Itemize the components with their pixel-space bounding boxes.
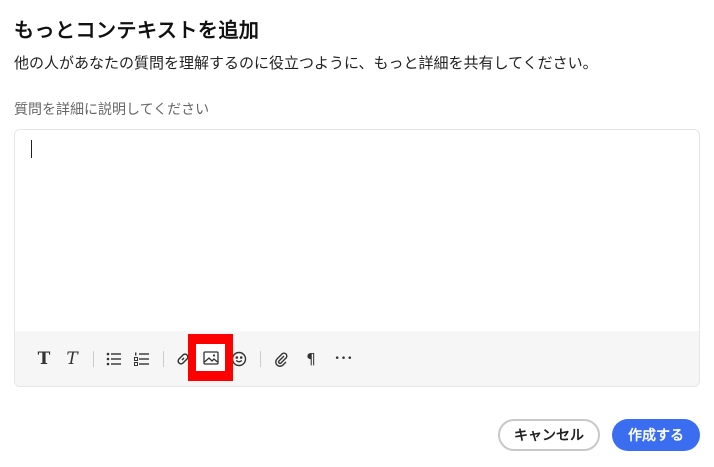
image-icon[interactable]: [196, 344, 225, 371]
text-caret: [31, 140, 32, 158]
description-editor[interactable]: T T ¶ •••: [14, 129, 700, 387]
bold-icon[interactable]: T: [35, 345, 53, 373]
dialog-subtitle: 他の人があなたの質問を理解するのに役立つように、もっと詳細を共有してください。: [14, 54, 598, 72]
toolbar-divider: [163, 351, 164, 367]
editor-toolbar: T T ¶ •••: [15, 331, 699, 386]
bullet-list-icon[interactable]: [105, 345, 123, 373]
toolbar-divider: [260, 351, 261, 367]
attachment-icon[interactable]: [272, 345, 290, 373]
numbered-list-icon[interactable]: [133, 345, 151, 373]
cancel-button[interactable]: キャンセル: [498, 419, 600, 451]
image-button-highlight: [188, 334, 233, 381]
create-button[interactable]: 作成する: [612, 419, 700, 451]
field-label: 質問を詳細に説明してください: [14, 102, 210, 118]
dialog-title: もっとコンテキストを追加: [14, 18, 260, 42]
toolbar-divider: [93, 351, 94, 367]
italic-icon[interactable]: T: [63, 345, 81, 373]
paragraph-icon[interactable]: ¶: [302, 345, 320, 373]
more-icon[interactable]: •••: [333, 345, 355, 373]
